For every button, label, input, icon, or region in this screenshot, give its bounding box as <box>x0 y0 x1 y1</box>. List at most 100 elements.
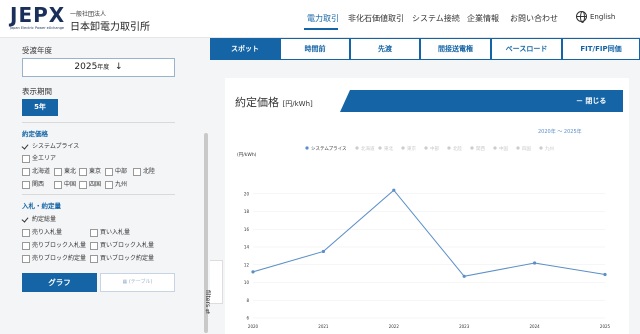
legend-item: 東北 <box>384 145 393 152</box>
x-tick-label: 2020 <box>248 324 259 329</box>
tab-intraday[interactable]: 時間前 <box>280 38 350 60</box>
table-button[interactable]: ▦ (テーブル) <box>100 273 175 292</box>
data-point <box>321 249 325 254</box>
checkbox-hokkaido[interactable]: 北海道 <box>22 167 50 176</box>
divider <box>22 122 175 123</box>
checkbox-tokyo[interactable]: 東京 <box>79 167 101 176</box>
checkbox-all-areas[interactable]: 全エリア <box>22 154 56 163</box>
filters-label[interactable]: filters ⇄ <box>204 290 211 314</box>
checkbox-sell-block-contract[interactable]: 売りブロック約定量 <box>22 254 86 263</box>
checkbox-system-price[interactable]: システムプライス <box>22 142 79 151</box>
chart-card-header: 約定価格 [円/kWh] － 閉じる <box>225 90 623 112</box>
arrow-right-icon: ⇄ <box>204 309 211 315</box>
data-point <box>392 188 396 192</box>
tab-ftr[interactable]: 間接送電権 <box>420 38 491 60</box>
checkbox-kansai[interactable]: 関西 <box>22 180 44 189</box>
price-line-chart: (円/kWh) システムプライス 北海道 東北 東京 中部 北陸 関西 中国 四国 九州 6 8 10 12… <box>237 145 611 329</box>
data-point <box>603 272 607 277</box>
checkbox-buy-block-bid[interactable]: 買いブロック入札量 <box>90 241 154 250</box>
y-tick-label: 14 <box>244 245 250 250</box>
x-tick-label: 2022 <box>389 324 400 329</box>
data-point <box>251 270 255 274</box>
filter-sidebar: 受渡年度 2025年度 ↓ 表示期間 5年 約定価格 システムプライス 全エリア… <box>0 38 212 334</box>
x-tick-label: 2021 <box>318 324 329 329</box>
tab-baseload[interactable]: ベースロード <box>491 38 562 60</box>
checkbox-buy-bid[interactable]: 買い入札量 <box>90 228 130 237</box>
legend-item: システムプライス <box>311 146 347 152</box>
y-tick-label: 10 <box>244 280 250 285</box>
checkbox-total-volume[interactable]: 約定総量 <box>22 215 56 224</box>
nav-item-contact[interactable]: お問い合わせ <box>510 13 558 24</box>
nav-item-system[interactable]: システム接続 <box>412 13 460 24</box>
checkbox-buy-block-contract[interactable]: 買いブロック約定量 <box>90 254 154 263</box>
chevron-down-icon: ↓ <box>115 62 123 72</box>
legend-item: 関西 <box>476 146 485 152</box>
checkbox-sell-bid[interactable]: 売り入札量 <box>22 228 62 237</box>
y-tick-label: 6 <box>246 316 249 321</box>
checkbox-sell-block-bid[interactable]: 売りブロック入札量 <box>22 241 86 250</box>
close-button[interactable]: － 閉じる <box>576 96 606 106</box>
legend-item: 九州 <box>545 145 554 152</box>
period-label: 表示期間 <box>22 87 52 96</box>
checkbox-kyushu[interactable]: 九州 <box>105 180 127 189</box>
period-5y-button[interactable]: 5年 <box>22 99 58 116</box>
tab-spot[interactable]: スポット <box>210 38 280 60</box>
nav-active-indicator <box>304 28 338 30</box>
data-point <box>462 274 466 278</box>
legend-item: 東京 <box>407 145 416 152</box>
legend-marker <box>355 146 359 150</box>
nav-item-company[interactable]: 企業情報 <box>467 13 499 24</box>
jepx-logo[interactable]: JEPX Japan Electric Power eXchange 一般社団法… <box>10 5 170 35</box>
checkbox-chubu[interactable]: 中部 <box>105 167 127 176</box>
legend-marker <box>378 146 382 150</box>
nav-item-power-trading[interactable]: 電力取引 <box>307 13 339 24</box>
legend-marker <box>516 146 520 150</box>
card-title-text: 約定価格 <box>235 96 279 109</box>
y-tick-label: 8 <box>246 298 249 303</box>
legend-marker <box>401 146 405 150</box>
checkbox-shikoku[interactable]: 四国 <box>79 180 101 189</box>
fiscal-year-label: 受渡年度 <box>22 46 52 55</box>
globe-icon[interactable] <box>576 11 587 23</box>
checkbox-tohoku[interactable]: 東北 <box>54 167 76 176</box>
legend-item: 北海道 <box>361 145 375 152</box>
fiscal-year-select[interactable]: 2025年度 ↓ <box>22 58 175 77</box>
y-tick-label: 18 <box>244 209 250 214</box>
y-tick-label: 12 <box>244 262 250 267</box>
checkbox-hokuriku[interactable]: 北陸 <box>133 167 155 176</box>
nav-item-non-fossil[interactable]: 非化石価値取引 <box>348 13 404 24</box>
y-tick-label: 16 <box>244 227 250 232</box>
market-tabs: スポット 時間前 先渡 間接送電権 ベースロード FIT/FIP同価 <box>210 38 640 60</box>
filters-label-text: filters <box>204 290 211 308</box>
legend-marker <box>493 146 497 150</box>
card-title: 約定価格 [円/kWh] <box>235 94 313 110</box>
site-header: JEPX Japan Electric Power eXchange 一般社団法… <box>0 0 640 38</box>
legend-marker <box>424 146 428 150</box>
bid-volume-label: 入札・約定量 <box>22 202 61 210</box>
fiscal-year-suffix: 年度 <box>97 64 110 71</box>
legend-marker <box>539 146 543 150</box>
table-button-label: (テーブル) <box>128 279 153 285</box>
tab-forward[interactable]: 先渡 <box>350 38 420 60</box>
legend-item: 中国 <box>499 145 508 152</box>
graph-button[interactable]: グラフ <box>22 273 97 292</box>
y-tick-label: 20 <box>244 191 250 196</box>
x-tick-label: 2024 <box>530 324 541 329</box>
x-tick-label: 2025 <box>600 324 611 329</box>
x-tick-label: 2023 <box>459 324 470 329</box>
y-axis-label: (円/kWh) <box>237 152 257 158</box>
legend-item: 北陸 <box>453 145 462 152</box>
legend-marker <box>470 146 474 150</box>
filters-toggle[interactable] <box>210 260 223 304</box>
tab-fit-fip[interactable]: FIT/FIP同価 <box>562 38 640 60</box>
card-title-unit: [円/kWh] <box>282 100 313 108</box>
data-point <box>533 261 537 265</box>
logo-tagline: Japan Electric Power eXchange <box>10 26 65 30</box>
table-icon: ▦ <box>122 279 128 285</box>
logo-org-name: 日本卸電力取引所 <box>70 22 150 33</box>
series-line-system-price <box>252 189 606 277</box>
checkbox-chugoku[interactable]: 中国 <box>54 180 76 189</box>
language-switch[interactable]: English <box>590 13 615 21</box>
legend-marker <box>447 146 451 150</box>
logo-wordmark: JEPX <box>10 3 66 27</box>
